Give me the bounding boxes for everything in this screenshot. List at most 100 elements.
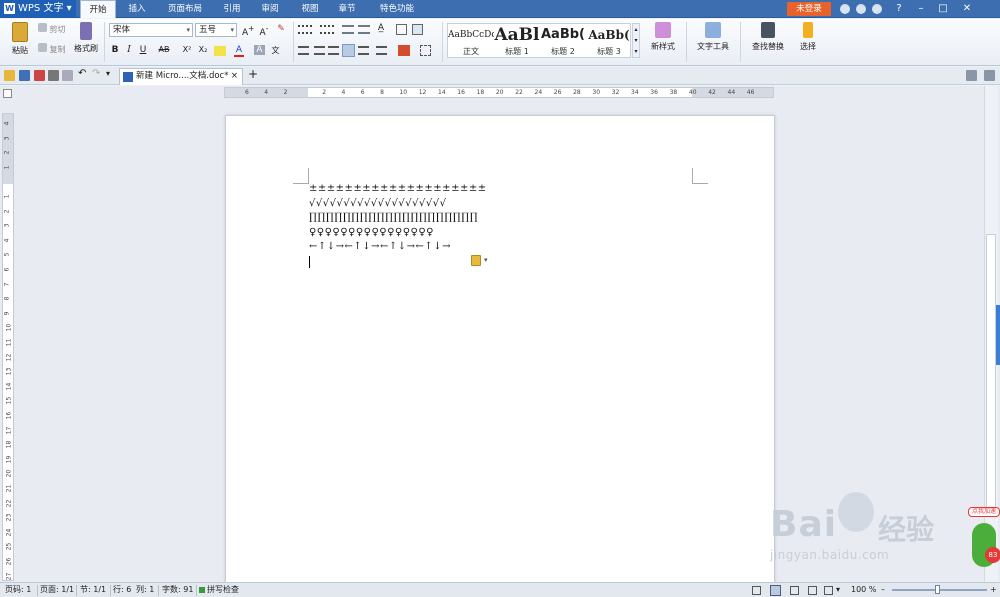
ruler-tick-label: 40: [688, 89, 697, 96]
minimize-button[interactable]: –: [910, 0, 932, 18]
align-right-icon[interactable]: [328, 46, 339, 55]
tab-page-layout[interactable]: 页面布局: [160, 0, 210, 18]
close-button[interactable]: ✕: [956, 0, 978, 18]
tab-references[interactable]: 引用: [215, 0, 249, 18]
clear-format-icon[interactable]: ✎: [275, 24, 287, 34]
app-menu-button[interactable]: W WPS 文字 ▾: [0, 0, 76, 18]
undo-icon[interactable]: ↶: [78, 68, 86, 79]
decrease-indent-icon[interactable]: [342, 25, 354, 34]
select-button[interactable]: 选择: [794, 22, 822, 52]
customize-qat-icon[interactable]: ▾: [106, 69, 110, 78]
web-view-icon[interactable]: [808, 586, 817, 595]
save-icon[interactable]: [19, 70, 30, 81]
redo-icon[interactable]: ↷: [92, 68, 100, 79]
status-word-count[interactable]: 字数: 91: [162, 583, 193, 597]
format-painter-button[interactable]: 格式刷: [72, 22, 100, 54]
zoom-level[interactable]: 100 %: [851, 583, 876, 597]
new-style-button[interactable]: 新样式: [646, 22, 680, 52]
align-center-icon[interactable]: [314, 46, 325, 55]
help-button[interactable]: ?: [888, 0, 910, 18]
text-tools-button[interactable]: 文字工具: [692, 22, 734, 52]
zoom-in-icon[interactable]: +: [990, 583, 997, 597]
paste-button[interactable]: 粘贴: [8, 22, 32, 56]
wps-logo-icon: W: [4, 3, 15, 14]
shrink-font-icon[interactable]: A-: [258, 24, 270, 38]
shading-bucket-icon[interactable]: [398, 45, 410, 56]
style-heading-3[interactable]: AaBb(标题 3: [586, 24, 632, 59]
align-left-icon[interactable]: [298, 46, 309, 55]
ruler-tick-label: 34: [631, 89, 639, 96]
print-preview-icon[interactable]: [62, 70, 73, 81]
numbering-icon[interactable]: [320, 25, 334, 34]
close-tab-icon[interactable]: ×: [231, 69, 238, 84]
strikethrough-button[interactable]: AB: [156, 45, 172, 54]
speedup-widget[interactable]: 点我加速 83: [968, 505, 1000, 577]
table-grid-icon[interactable]: [396, 24, 407, 35]
highlight-icon[interactable]: [214, 46, 226, 56]
vertical-ruler[interactable]: 4 3 2 1 1 2 3 4 5 6 7 8 9 10 11 12 13 14 15 16 17 18 19 20 21 22 2…: [2, 113, 14, 581]
borders-icon[interactable]: [420, 45, 431, 56]
tab-review[interactable]: 审阅: [253, 0, 287, 18]
outline-view-icon[interactable]: [790, 586, 799, 595]
bullets-icon[interactable]: [298, 25, 312, 34]
zoom-slider-thumb[interactable]: [935, 585, 940, 594]
document-tab[interactable]: 新建 Micro....文档.doc* ×: [119, 68, 243, 85]
underline-button[interactable]: U: [138, 45, 148, 55]
subscript-button[interactable]: X₂: [196, 45, 210, 54]
skin-icon[interactable]: [840, 4, 850, 14]
restore-window-icon[interactable]: [966, 70, 977, 81]
style-name: 正文: [463, 47, 479, 56]
maximize-button[interactable]: □: [932, 0, 954, 18]
new-tab-button[interactable]: +: [248, 67, 258, 81]
document-page[interactable]: ±±±±±±±±±±±±±±±±±±±± √√√√√√√√√√√√√√√√√√√…: [225, 115, 775, 590]
phonetic-guide-button[interactable]: 文: [270, 45, 281, 56]
justify-icon[interactable]: [342, 44, 355, 57]
grow-font-icon[interactable]: A+: [242, 24, 254, 38]
page-view-icon[interactable]: [770, 585, 781, 596]
zoom-out-icon[interactable]: –: [881, 583, 885, 597]
fullscreen-view-icon[interactable]: [752, 586, 761, 595]
tab-stop-selector[interactable]: [3, 89, 12, 98]
login-button[interactable]: 未登录: [787, 2, 831, 16]
bold-button[interactable]: B: [110, 45, 120, 55]
font-name-select[interactable]: 宋体 ▾: [109, 23, 193, 37]
export-pdf-icon[interactable]: [34, 70, 45, 81]
sync-icon[interactable]: [856, 4, 866, 14]
side-panel-toggle[interactable]: [996, 305, 1000, 365]
distributed-icon[interactable]: [358, 46, 369, 55]
char-shading-button[interactable]: A: [254, 45, 265, 55]
spell-check-toggle[interactable]: 拼写检查: [207, 583, 239, 597]
tab-home[interactable]: 开始: [80, 0, 116, 18]
text-direction-icon[interactable]: A̲: [374, 23, 388, 33]
shirt-icon[interactable]: [872, 4, 882, 14]
close-doc-icon[interactable]: [984, 70, 995, 81]
horizontal-ruler[interactable]: 6 4 2 2 4 6 8 10 12 14 16 18 20 22 24 26 28 30 32 34 36 38 40 4…: [224, 87, 774, 98]
copy-button[interactable]: 复制: [38, 43, 66, 55]
increase-indent-icon[interactable]: [358, 25, 370, 34]
superscript-button[interactable]: X²: [180, 45, 194, 54]
tab-special-features[interactable]: 特色功能: [370, 0, 424, 18]
find-replace-button[interactable]: 查找替换: [746, 22, 790, 52]
font-size-select[interactable]: 五号 ▾: [195, 23, 237, 37]
scrollbar-thumb[interactable]: [986, 234, 996, 514]
tab-view[interactable]: 视图: [293, 0, 327, 18]
italic-button[interactable]: I: [124, 45, 134, 55]
font-color-button[interactable]: A: [234, 45, 244, 57]
app-name: WPS 文字: [18, 3, 64, 14]
open-icon[interactable]: [4, 70, 15, 81]
cut-button[interactable]: 剪切: [38, 23, 66, 35]
style-gallery-scroll[interactable]: ▴ ▾ ▾: [632, 23, 640, 58]
view-dropdown-icon[interactable]: ▾: [836, 583, 840, 597]
line-spacing-icon[interactable]: [376, 46, 387, 55]
print-icon[interactable]: [48, 70, 59, 81]
paste-options-icon[interactable]: [471, 255, 481, 266]
style-heading-2[interactable]: AaBb(标题 2: [540, 24, 586, 59]
paste-options-dropdown-icon[interactable]: ▾: [484, 256, 488, 264]
style-normal[interactable]: AaBbCcDd 正文: [448, 24, 494, 59]
reading-view-icon[interactable]: [824, 586, 833, 595]
tab-chapter[interactable]: 章节: [330, 0, 364, 18]
style-heading-1[interactable]: AaBl 标题 1: [494, 24, 540, 59]
status-pages[interactable]: 页面: 1/1: [40, 583, 74, 597]
tab-insert[interactable]: 插入: [120, 0, 154, 18]
show-hide-icon[interactable]: [412, 24, 423, 35]
